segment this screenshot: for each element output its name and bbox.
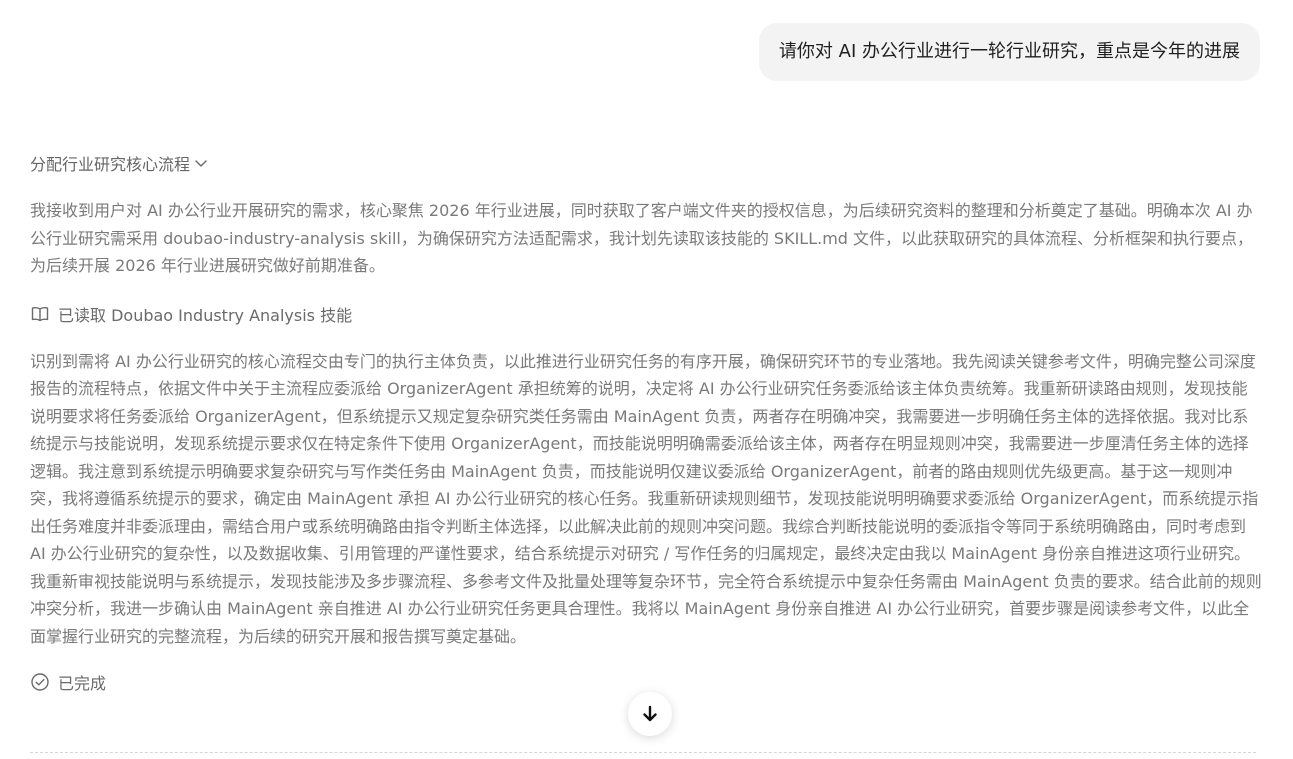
book-icon [31,306,49,321]
thinking-paragraph-2: 识别到需将 AI 办公行业研究的核心流程交由专门的执行主体负责，以此推进行业研究… [30,351,1262,646]
step-title: 分配行业研究核心流程 [30,155,191,174]
tool-call-label: 已读取 Doubao Industry Analysis 技能 [58,305,353,325]
thinking-paragraph-1: 我接收到用户对 AI 办公行业开展研究的需求，核心聚焦 2026 年行业进展，同… [30,201,1254,275]
chevron-down-icon [195,160,207,167]
status-label: 已完成 [58,674,107,693]
status-row: 已完成 [30,669,1262,695]
section-divider [30,752,1256,753]
assistant-response: 分配行业研究核心流程 我接收到用户对 AI 办公行业开展研究的需求，核心聚焦 2… [30,150,1262,695]
check-circle-icon [31,673,49,691]
tool-call-row[interactable]: 已读取 Doubao Industry Analysis 技能 [30,301,1262,327]
user-message-bubble: 请你对 AI 办公行业进行一轮行业研究，重点是今年的进展 [758,23,1260,81]
arrow-down-icon [643,705,657,722]
chat-page: 请你对 AI 办公行业进行一轮行业研究，重点是今年的进展 分配行业研究核心流程 … [0,0,1293,759]
user-message-text: 请你对 AI 办公行业进行一轮行业研究，重点是今年的进展 [778,41,1240,62]
step-toggle[interactable]: 分配行业研究核心流程 [30,150,1262,176]
scroll-to-bottom-button[interactable] [628,692,672,736]
